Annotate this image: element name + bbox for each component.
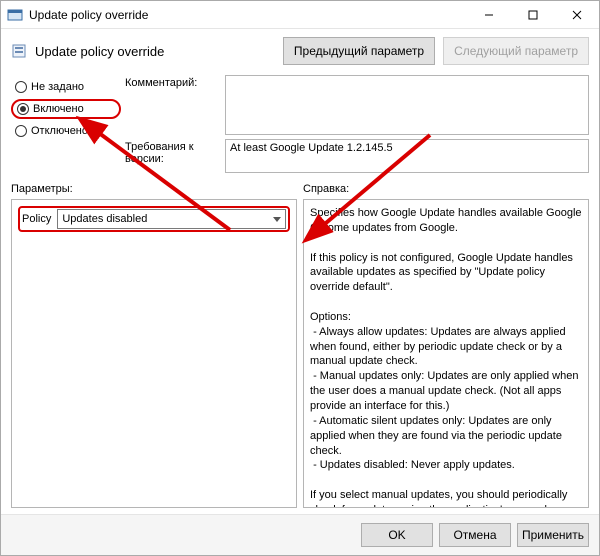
policy-editor-window: Update policy override Update policy ove… [0,0,600,556]
supported-label: Требования к версии: [125,139,225,165]
minimize-button[interactable] [467,1,511,29]
upper-right-col: Комментарий: Требования к версии: At lea… [125,75,589,173]
supported-value: At least Google Update 1.2.145.5 [230,142,393,154]
radio-label: Не задано [31,81,84,93]
options-pane: Policy Updates disabled [11,199,297,508]
window-title: Update policy override [29,8,467,22]
upper-section: Не задано Включено Отключено Комментарий… [1,75,599,173]
radio-enabled[interactable]: Включено [11,99,121,119]
apply-button[interactable]: Применить [517,523,589,547]
supported-textbox: At least Google Update 1.2.145.5 [225,139,589,173]
radio-label: Включено [33,103,84,115]
state-radio-group: Не задано Включено Отключено [11,75,121,173]
radio-label: Отключено [31,125,88,137]
comment-textbox[interactable] [225,75,589,135]
policy-icon [11,43,27,59]
policy-subtitle: Update policy override [35,44,275,59]
policy-selected-value: Updates disabled [62,213,147,225]
section-labels: Параметры: Справка: [1,173,599,199]
header-row: Update policy override Предыдущий параме… [1,29,599,75]
policy-label: Policy [22,213,51,225]
comment-label: Комментарий: [125,75,225,89]
cancel-button[interactable]: Отмена [439,523,511,547]
radio-not-configured[interactable]: Не задано [11,79,121,95]
policy-dropdown[interactable]: Updates disabled [57,209,286,229]
ok-button[interactable]: OK [361,523,433,547]
help-pane[interactable]: Specifies how Google Update handles avai… [303,199,589,508]
close-button[interactable] [555,1,599,29]
help-label: Справка: [303,183,589,195]
footer: OK Отмена Применить [1,514,599,555]
policy-row: Policy Updates disabled [18,206,290,232]
radio-icon [15,81,27,93]
maximize-button[interactable] [511,1,555,29]
chevron-down-icon [273,217,281,222]
help-text: Specifies how Google Update handles avai… [310,206,582,508]
app-icon [7,7,23,23]
next-setting-button: Следующий параметр [443,37,589,65]
radio-icon [15,125,27,137]
lower-section: Policy Updates disabled Specifies how Go… [1,199,599,514]
radio-disabled[interactable]: Отключено [11,123,121,139]
options-label: Параметры: [11,183,303,195]
radio-icon [17,103,29,115]
titlebar: Update policy override [1,1,599,29]
previous-setting-button[interactable]: Предыдущий параметр [283,37,435,65]
